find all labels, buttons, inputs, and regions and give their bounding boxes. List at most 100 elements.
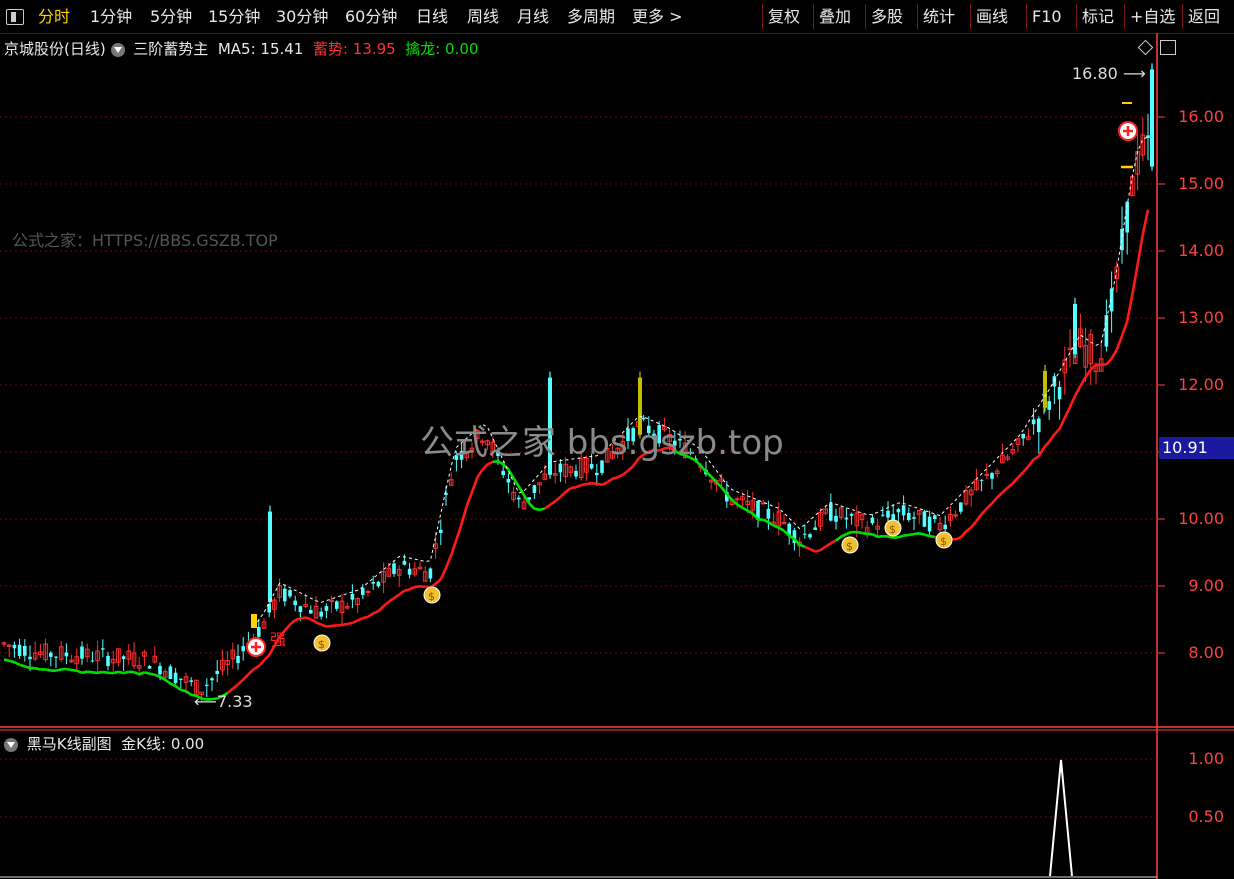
candle-body-down (1047, 401, 1051, 410)
ma-line-up (549, 500, 556, 506)
ma-line-up (326, 624, 332, 628)
ma-line-up (1110, 348, 1118, 360)
ma-line-up (439, 567, 448, 580)
candle-body-down (147, 666, 152, 669)
candle-body-down (844, 517, 849, 520)
site-watermark: 公式之家：HTTPS://BBS.GSZB.TOP (12, 231, 278, 250)
ma-line-up (1084, 368, 1092, 378)
candle-body-down (766, 508, 771, 519)
candle-body-down (927, 516, 932, 532)
ma-line-down (185, 690, 192, 696)
price-tick-label: 9.00 (1188, 576, 1224, 595)
ma-line-down (92, 671, 98, 675)
ma-line-up (377, 605, 385, 613)
indicator-dropdown-icon[interactable] (110, 42, 125, 57)
ma-line-down (715, 481, 723, 489)
candle-body-down (574, 470, 578, 477)
ma-line-up (414, 585, 421, 589)
ma-line-down (149, 672, 156, 676)
ma-line-down (87, 670, 93, 674)
ma-line-up (305, 616, 312, 621)
candle-body-down (813, 527, 817, 530)
ma-line-down (13, 660, 21, 666)
ma-line-up (1027, 458, 1035, 468)
candle-body-down (907, 512, 911, 520)
ma-line-up (1063, 406, 1072, 419)
candle-body-down (912, 517, 916, 519)
low-price-label: ⟵7.33 (194, 692, 253, 711)
ma-line-up (362, 615, 369, 620)
ma-line-up (252, 664, 260, 671)
price-tick-label: 8.00 (1188, 643, 1224, 662)
ma-line-down (528, 502, 536, 510)
candle-body-down (896, 509, 901, 513)
candle-body-down (371, 582, 375, 584)
ma-line-down (55, 668, 62, 672)
ma-line-down (24, 665, 31, 670)
candle-body-up (984, 473, 990, 476)
ma-line-up (346, 621, 353, 626)
ma-line-down (731, 498, 739, 506)
ma-line-up (570, 486, 577, 490)
ma-line-down (845, 530, 853, 536)
ma-line-down (908, 532, 915, 537)
ma-line-up (476, 469, 484, 479)
ma-line-up (382, 600, 390, 608)
high-price-value: 16.80 (1072, 64, 1118, 83)
ma-line-up (1105, 357, 1113, 366)
ma-line-down (154, 673, 161, 679)
ma-line-up (372, 609, 379, 615)
ma-line-up (564, 487, 572, 494)
ma-line-up (1131, 264, 1139, 295)
candle-body-down (361, 588, 365, 595)
ma-line-up (242, 673, 250, 681)
window-toggle-icon[interactable] (1160, 40, 1176, 55)
ma-line-up (449, 539, 458, 556)
ma-line-down (76, 669, 83, 675)
high-price-label: 16.80 ⟶ (1072, 64, 1146, 83)
ma-line-down (762, 518, 769, 524)
ma-line-up (1115, 335, 1124, 351)
spike-body (1073, 303, 1077, 355)
gold-k-spike (1049, 759, 1073, 877)
price-tick-label: 12.00 (1178, 375, 1224, 394)
ma-line-up (1006, 482, 1014, 489)
sub-indicator-dropdown-icon[interactable] (4, 737, 18, 752)
ma-line-up (1136, 234, 1145, 265)
ma-line-down (887, 535, 894, 539)
ma-line-down (66, 667, 72, 672)
candle-body-down (12, 644, 17, 649)
ma-line-up (965, 526, 973, 533)
ma-line-down (123, 670, 130, 675)
candle-body-down (808, 534, 812, 538)
ma5-value: MA5: 15.41 (217, 40, 304, 58)
ma-line-down (45, 668, 52, 672)
candle-body-down (64, 652, 69, 657)
ma-line-up (586, 481, 592, 486)
ma-line-down (877, 534, 883, 539)
ma-line-up (617, 473, 624, 479)
ma-line-up (1032, 455, 1040, 461)
candle-body-down (210, 678, 214, 681)
candle-body-down (283, 588, 287, 602)
candle-body-down (121, 656, 126, 660)
candle-body-down (236, 655, 240, 664)
stock-title: 京城股份(日线) (4, 40, 106, 58)
ma-line-down (502, 463, 510, 471)
candle-body-down (439, 529, 443, 533)
candle-body-down (54, 656, 58, 658)
ma-line-up (419, 585, 426, 589)
ma-line-down (102, 670, 109, 675)
candle-body-down (881, 514, 885, 516)
ma-line-down (918, 532, 925, 536)
candle-body-down (205, 684, 209, 686)
candle-body-down (23, 645, 27, 656)
candle-body-down (158, 665, 162, 675)
ma-line-up (554, 495, 562, 503)
ma-line-up (1048, 433, 1056, 443)
xushi-value: 蓄势: 13.95 (312, 40, 396, 58)
ma-line-up (398, 589, 406, 596)
candle-body-down (829, 503, 833, 521)
ma-line-down (8, 659, 15, 664)
candle-body-up (953, 514, 958, 517)
